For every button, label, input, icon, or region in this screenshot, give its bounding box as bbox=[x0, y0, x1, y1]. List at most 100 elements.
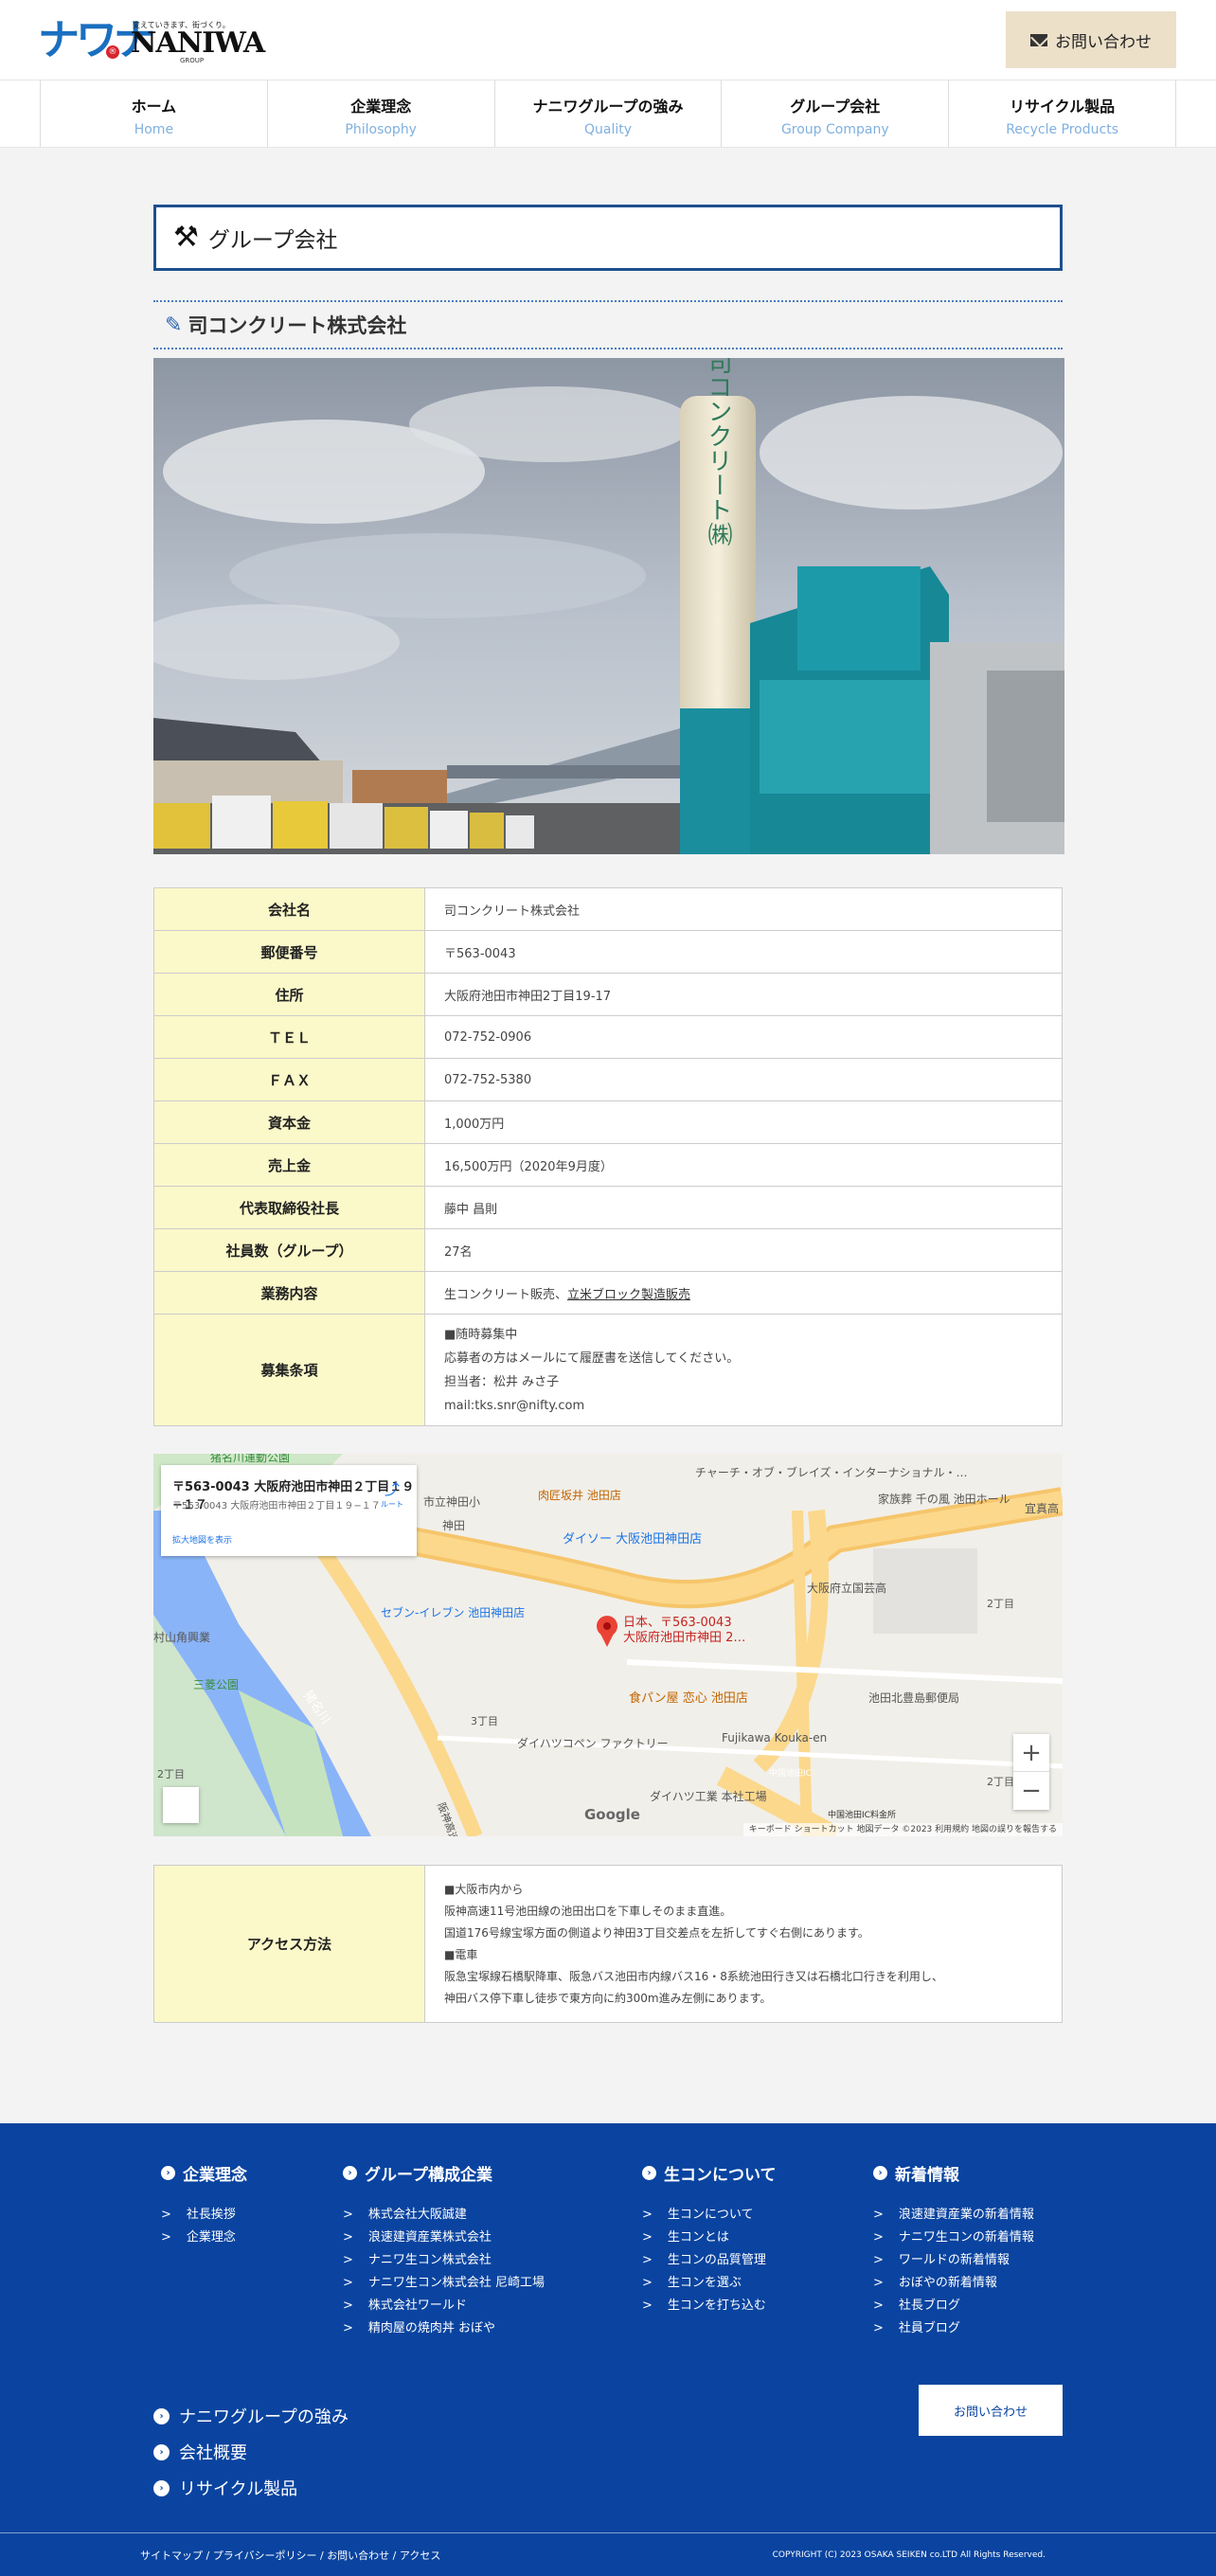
access-table: アクセス方法 ■大阪市内から 阪神高速11号池田線の池田出口を下車しそのまま直進… bbox=[153, 1865, 1063, 2023]
map-place-label: 三菱公園 bbox=[193, 1678, 239, 1691]
zoom-in-button[interactable]: + bbox=[1013, 1734, 1049, 1772]
map-place-label: 猪名川運動公園 bbox=[210, 1454, 290, 1464]
map-place-label: 中国池田IC料金所 bbox=[828, 1809, 896, 1820]
table-row: 郵便番号 〒563-0043 bbox=[153, 930, 1063, 974]
map-place-label: 2丁目 bbox=[987, 1776, 1014, 1788]
header-contact-label: お問い合わせ bbox=[1055, 32, 1152, 52]
nav-item-quality[interactable]: ナニワグループの強み Quality bbox=[493, 80, 722, 147]
chevron-circle-icon: › bbox=[873, 2166, 887, 2180]
sitemap-link[interactable]: サイトマップ bbox=[140, 2549, 203, 2562]
table-row: アクセス方法 ■大阪市内から 阪神高速11号池田線の池田出口を下車しそのまま直進… bbox=[153, 1865, 1063, 2023]
footer-link[interactable]: > 生コンを打ち込む bbox=[642, 2295, 777, 2317]
privacy-link[interactable]: プライバシーポリシー bbox=[213, 2549, 317, 2562]
footer-big-link-recycle[interactable]: › リサイクル製品 bbox=[153, 2476, 297, 2500]
chevron-circle-icon: › bbox=[642, 2166, 656, 2180]
footer-link[interactable]: > ワールドの新着情報 bbox=[873, 2249, 1034, 2272]
chevron-circle-icon: › bbox=[161, 2166, 175, 2180]
row-value: 27名 bbox=[424, 1228, 1063, 1272]
row-value: 072-752-5380 bbox=[424, 1058, 1063, 1101]
nav-label: リサイクル製品 bbox=[1009, 98, 1116, 116]
embedded-map[interactable]: 日本、〒563-0043 大阪府池田市神田 2… 猪名川運動公園 チャーチ・オブ… bbox=[153, 1454, 1063, 1836]
nav-item-philosophy[interactable]: 企業理念 Philosophy bbox=[266, 80, 494, 147]
footer-link[interactable]: > 浪速建資産業の新着情報 bbox=[873, 2204, 1034, 2227]
footer-link[interactable]: > 社員ブログ bbox=[873, 2317, 1034, 2340]
row-label: 売上金 bbox=[153, 1143, 425, 1187]
map-info-card: 〒563-0043 大阪府池田市神田２丁目１９−１７ 〒563-0043 大阪府… bbox=[161, 1465, 417, 1556]
logo-name: NANIWA bbox=[131, 27, 265, 60]
street-view-button[interactable] bbox=[163, 1787, 199, 1823]
nav-label: 企業理念 bbox=[350, 98, 412, 116]
site-header: ナワナ ® 変えていきます、街づくり。 NANIWA GROUP お問い合わせ bbox=[0, 0, 1216, 80]
row-label: 資本金 bbox=[153, 1100, 425, 1144]
nav-item-group-company[interactable]: グループ会社 Group Company bbox=[721, 80, 948, 147]
table-row: ＴＥＬ 072-752-0906 bbox=[153, 1015, 1063, 1059]
footer-link[interactable]: > 企業理念 bbox=[161, 2227, 247, 2249]
footer-link[interactable]: > 株式会社ワールド bbox=[343, 2295, 545, 2317]
larger-map-link[interactable]: 拡大地図を表示 bbox=[172, 1533, 232, 1546]
chevron-circle-icon: › bbox=[153, 2479, 170, 2496]
footer-big-link-quality[interactable]: › ナニワグループの強み bbox=[153, 2404, 349, 2428]
access-label: アクセス方法 bbox=[153, 1865, 425, 2023]
footer-link[interactable]: > 社長ブログ bbox=[873, 2295, 1034, 2317]
footer-column-title: 新着情報 bbox=[895, 2166, 959, 2185]
footer-link[interactable]: > おぼやの新着情報 bbox=[873, 2272, 1034, 2295]
block-product-link[interactable]: 立米ブロック製造販売 bbox=[567, 1288, 690, 1302]
nav-sublabel: Group Company bbox=[780, 122, 889, 137]
footer-contact-button[interactable]: お問い合わせ bbox=[919, 2385, 1063, 2436]
header-contact-button[interactable]: お問い合わせ bbox=[1006, 11, 1176, 68]
registered-icon: ® bbox=[106, 45, 119, 59]
nav-label: グループ会社 bbox=[790, 98, 881, 116]
company-info-table: 会社名 司コンクリート株式会社 郵便番号 〒563-0043 住所 大阪府池田市… bbox=[153, 887, 1063, 1426]
access-line: ■大阪市内から bbox=[444, 1882, 524, 1896]
zoom-out-button[interactable]: − bbox=[1013, 1772, 1049, 1810]
chevron-circle-icon: › bbox=[153, 2443, 170, 2460]
access-line: 阪神高速11号池田線の池田出口を下車しそのまま直進。 bbox=[444, 1904, 732, 1918]
footer-big-link-company[interactable]: › 会社概要 bbox=[153, 2440, 247, 2464]
footer-link[interactable]: > 生コンについて bbox=[642, 2204, 777, 2227]
nav-label: ナニワグループの強み bbox=[532, 98, 684, 116]
directions-button[interactable]: ⤴ ルート bbox=[381, 1476, 403, 1510]
tools-icon: ⚒ bbox=[173, 221, 199, 254]
footer-column-title: グループ構成企業 bbox=[365, 2166, 492, 2185]
footer-big-link-label: ナニワグループの強み bbox=[179, 2407, 349, 2427]
footer-link[interactable]: > ナニワ生コン株式会社 尼崎工場 bbox=[343, 2272, 545, 2295]
naniwa-logo[interactable]: ナワナ ® 変えていきます、街づくり。 NANIWA GROUP bbox=[38, 17, 265, 65]
map-attribution[interactable]: キーボード ショートカット 地図データ ©2023 利用規約 地図の誤りを報告す… bbox=[742, 1823, 1063, 1836]
footer-link[interactable]: > 生コンとは bbox=[642, 2227, 777, 2249]
business-text: 生コンクリート販売、 bbox=[444, 1287, 568, 1302]
nav-item-home[interactable]: ホーム Home bbox=[40, 80, 267, 147]
row-value: 〒563-0043 bbox=[424, 930, 1063, 974]
footer-link[interactable]: > 精肉屋の焼肉丼 おぼや bbox=[343, 2317, 545, 2340]
row-value: ■随時募集中 応募者の方はメールにて履歴書を送信してください。 担当者：松井 み… bbox=[424, 1314, 1063, 1426]
map-place-label: 食パン屋 恋心 池田店 bbox=[629, 1690, 748, 1706]
nav-label: ホーム bbox=[131, 98, 177, 116]
chevron-circle-icon: › bbox=[343, 2166, 357, 2180]
table-row: 募集条項 ■随時募集中 応募者の方はメールにて履歴書を送信してください。 担当者… bbox=[153, 1314, 1063, 1426]
row-label: ＴＥＬ bbox=[153, 1015, 425, 1059]
map-place-label: 2丁目 bbox=[157, 1768, 185, 1780]
footer-link[interactable]: > ナニワ生コン株式会社 bbox=[343, 2249, 545, 2272]
access-link[interactable]: アクセス bbox=[400, 2549, 440, 2562]
table-row: 売上金 16,500万円（2020年9月度） bbox=[153, 1143, 1063, 1187]
contact-link[interactable]: お問い合わせ bbox=[327, 2549, 389, 2562]
row-value: 072-752-0906 bbox=[424, 1015, 1063, 1059]
footer-link[interactable]: > 生コンの品質管理 bbox=[642, 2249, 777, 2272]
row-value: 16,500万円（2020年9月度） bbox=[424, 1143, 1063, 1187]
footer-link[interactable]: > 株式会社大阪誠建 bbox=[343, 2204, 545, 2227]
footer-link[interactable]: > 社長挨拶 bbox=[161, 2204, 247, 2227]
nav-item-recycle[interactable]: リサイクル製品 Recycle Products bbox=[948, 80, 1176, 147]
table-row: 資本金 1,000万円 bbox=[153, 1100, 1063, 1144]
row-label: 募集条項 bbox=[153, 1314, 425, 1426]
footer-link[interactable]: > 生コンを選ぶ bbox=[642, 2272, 777, 2295]
map-place-label: 池田北豊島郵便局 bbox=[868, 1690, 959, 1705]
company-heading: ✎ 司コンクリート株式会社 bbox=[153, 300, 1063, 349]
google-logo: Google bbox=[584, 1806, 640, 1823]
footer-link[interactable]: > ナニワ生コンの新着情報 bbox=[873, 2227, 1034, 2249]
company-name-heading: 司コンクリート株式会社 bbox=[188, 314, 407, 337]
map-place-label: 3丁目 bbox=[471, 1715, 498, 1727]
copyright: COPYRIGHT (C) 2023 OSAKA SEIKEN co.LTD A… bbox=[772, 2550, 1046, 2560]
footer-link[interactable]: > 浪速建資産業株式会社 bbox=[343, 2227, 545, 2249]
map-place-label: ダイソー 大阪池田神田店 bbox=[563, 1532, 702, 1547]
table-row: 会社名 司コンクリート株式会社 bbox=[153, 887, 1063, 931]
pin-label-line-2: 大阪府池田市神田 2… bbox=[623, 1630, 745, 1645]
